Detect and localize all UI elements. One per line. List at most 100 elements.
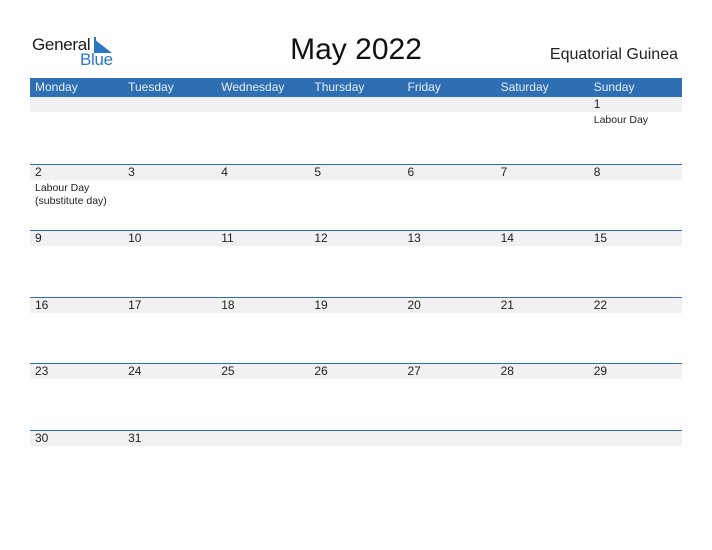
day-number [35, 97, 123, 112]
day-number: 31 [128, 430, 142, 445]
day-cell: 3 [123, 165, 216, 208]
holiday-label: Labour Day [593, 114, 649, 126]
week-cells: 23 24 25 26 27 28 29 [30, 364, 682, 379]
day-cell: 19 [309, 298, 402, 313]
day-number: 2 [35, 164, 42, 179]
week-cells: 1 Labour Day [30, 97, 682, 127]
day-number [594, 431, 682, 446]
day-cell: 16 [30, 298, 123, 313]
week-cells: 30 31 [30, 431, 682, 446]
day-number [314, 431, 402, 446]
day-cell: 25 [216, 364, 309, 379]
day-number: 27 [407, 364, 421, 379]
week-row: 1 Labour Day [30, 97, 682, 164]
day-cell [309, 431, 402, 446]
weekday-tuesday: Tuesday [128, 80, 174, 94]
day-number: 9 [35, 231, 42, 246]
day-number [128, 97, 216, 112]
day-number: 17 [128, 297, 142, 312]
day-cell: 24 [123, 364, 216, 379]
week-cells: 16 17 18 19 20 21 22 [30, 298, 682, 313]
day-cell [30, 97, 123, 127]
day-cell: 7 [496, 165, 589, 208]
week-row: 30 31 [30, 429, 682, 497]
week-row: 16 17 18 19 20 21 22 [30, 296, 682, 364]
weekday-header: Monday Tuesday Wednesday Thursday Friday… [30, 78, 682, 97]
day-cell: 6 [403, 165, 496, 208]
day-number: 10 [128, 231, 142, 246]
day-cell [403, 97, 496, 127]
day-cell: 9 [30, 231, 123, 246]
day-cell: 22 [589, 298, 682, 313]
day-cell: 8 [589, 165, 682, 208]
day-cell: 13 [403, 231, 496, 246]
day-cell: 18 [216, 298, 309, 313]
day-number: 16 [35, 297, 49, 312]
day-cell: 31 [123, 431, 216, 446]
day-cell [216, 431, 309, 446]
day-cell: 11 [216, 231, 309, 246]
weekday-sunday: Sunday [593, 80, 635, 94]
day-cell: 26 [309, 364, 402, 379]
day-cell: 27 [403, 364, 496, 379]
day-cell: 4 [216, 165, 309, 208]
weeks-container: 1 Labour Day 2 Labour Day (substitute day) 3… [30, 97, 682, 497]
weekday-friday: Friday [407, 80, 441, 94]
day-number: 29 [593, 364, 608, 379]
day-number [221, 97, 309, 112]
day-number: 18 [221, 297, 235, 312]
calendar-grid: Monday Tuesday Wednesday Thursday Friday… [30, 78, 682, 497]
day-number: 30 [35, 430, 49, 445]
day-number [221, 431, 309, 446]
week-cells: 9 10 11 12 13 14 15 [30, 231, 682, 246]
day-cell [403, 431, 496, 446]
weekday-wednesday: Wednesday [221, 80, 285, 94]
day-number: 22 [593, 297, 608, 312]
holiday-label: Labour Day (substitute day) [35, 181, 107, 207]
day-number: 11 [221, 231, 234, 246]
day-number: 5 [314, 164, 322, 179]
day-cell: 2 Labour Day (substitute day) [30, 165, 123, 208]
day-number: 12 [314, 231, 328, 246]
day-cell [123, 97, 216, 127]
day-number: 21 [500, 297, 514, 312]
day-number: 15 [593, 231, 608, 246]
day-number [501, 431, 589, 446]
weekday-thursday: Thursday [314, 80, 365, 94]
day-number: 14 [500, 231, 514, 246]
day-cell: 21 [496, 298, 589, 313]
day-number: 4 [221, 164, 228, 179]
week-row: 23 24 25 26 27 28 29 [30, 363, 682, 430]
week-cells: 2 Labour Day (substitute day) 3 4 5 6 7 8 [30, 165, 682, 208]
day-cell: 28 [496, 364, 589, 379]
weekday-monday: Monday [35, 80, 78, 94]
day-number: 1 [593, 97, 601, 111]
day-cell: 10 [123, 231, 216, 246]
day-number [501, 97, 589, 112]
day-cell [309, 97, 402, 127]
day-cell [216, 97, 309, 127]
day-cell: 1 Labour Day [589, 97, 682, 127]
day-number [408, 97, 496, 112]
day-number: 19 [314, 297, 328, 312]
day-number: 3 [128, 164, 135, 179]
day-cell [496, 431, 589, 446]
day-number: 25 [221, 364, 235, 379]
day-cell: 30 [30, 431, 123, 446]
day-number: 7 [500, 164, 508, 179]
day-cell: 23 [30, 364, 123, 379]
day-cell: 17 [123, 298, 216, 313]
day-cell: 14 [496, 231, 589, 246]
day-number: 6 [407, 164, 415, 179]
day-cell [496, 97, 589, 127]
weekday-saturday: Saturday [500, 80, 549, 94]
day-cell: 15 [589, 231, 682, 246]
day-number [314, 97, 402, 112]
day-cell: 12 [309, 231, 402, 246]
day-number: 28 [500, 364, 514, 379]
day-number: 24 [128, 364, 142, 379]
week-row: 2 Labour Day (substitute day) 3 4 5 6 7 8 [30, 163, 682, 231]
day-number: 26 [314, 364, 328, 379]
day-cell: 20 [403, 298, 496, 313]
day-number: 20 [407, 297, 421, 312]
